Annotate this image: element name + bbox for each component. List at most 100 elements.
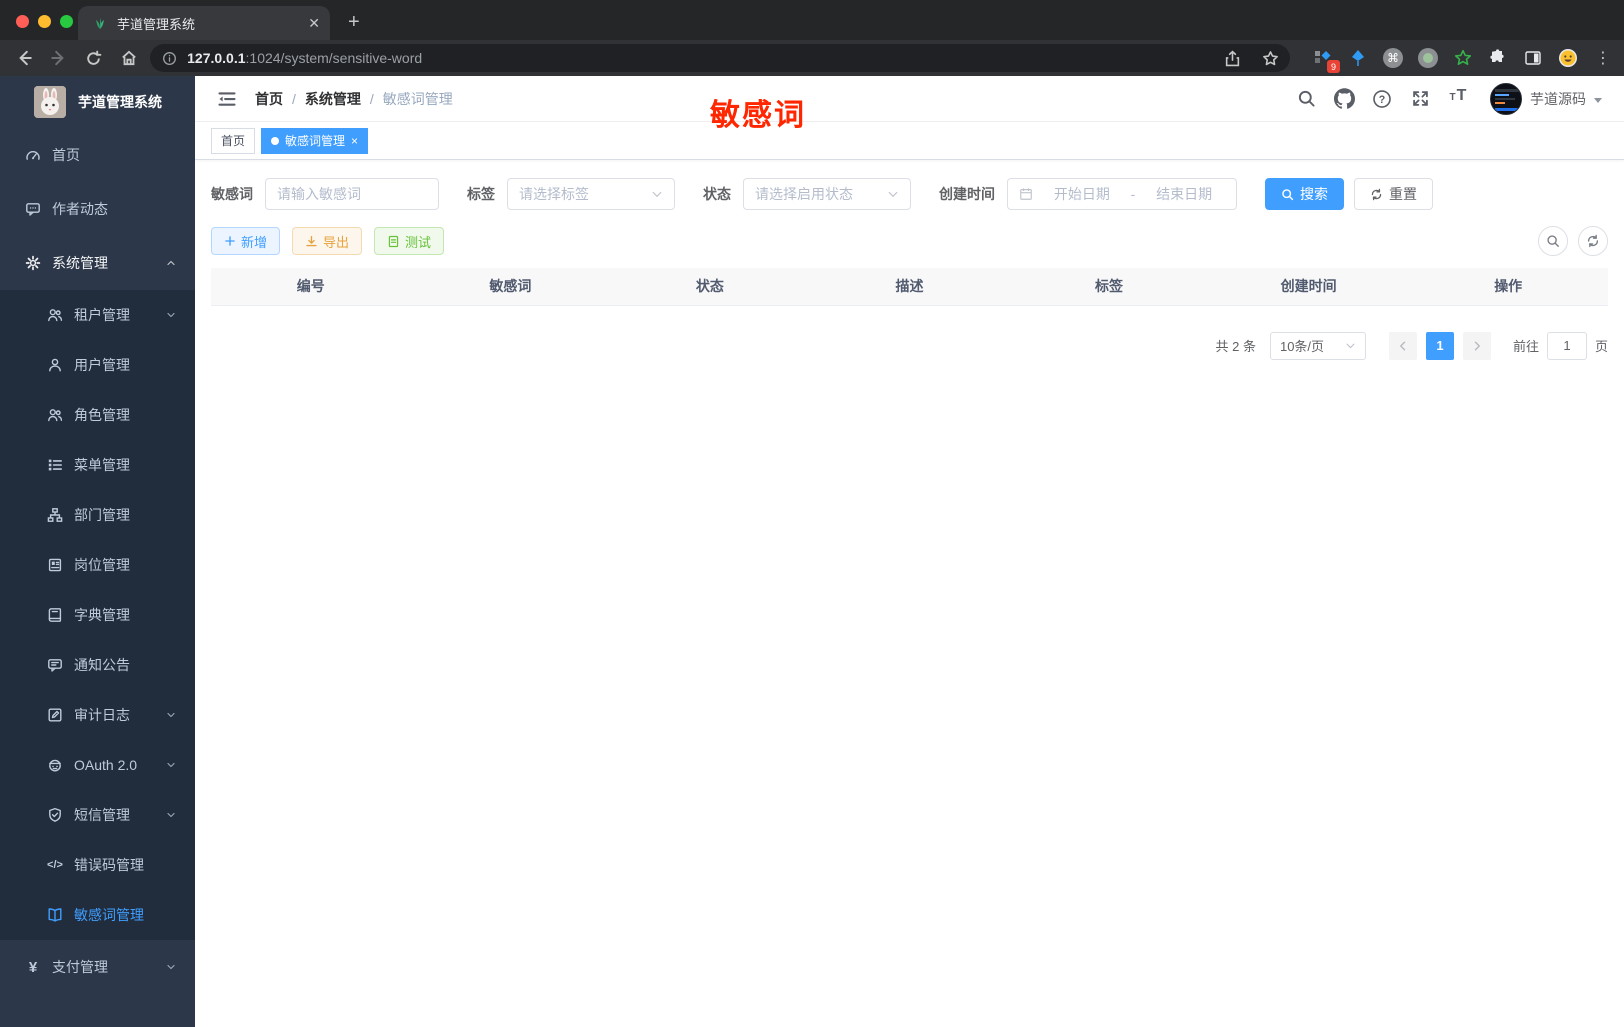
chevron-down-icon	[165, 961, 177, 973]
sms-shield-icon	[46, 807, 64, 823]
home-icon[interactable]	[115, 44, 142, 72]
goto-page-input[interactable]: 1	[1546, 331, 1587, 360]
sidebar-item-label: 支付管理	[52, 959, 108, 975]
sidebar-item-user[interactable]: 用户管理	[0, 340, 195, 390]
test-button[interactable]: 测试	[374, 227, 445, 255]
sidebar-item-notice[interactable]: 通知公告	[0, 640, 195, 690]
close-icon[interactable]: ×	[351, 135, 358, 147]
status-select[interactable]: 请选择启用状态	[743, 178, 911, 210]
reload-icon[interactable]	[80, 44, 107, 72]
refresh-table-button[interactable]	[1578, 226, 1608, 256]
search-button[interactable]: 搜索	[1265, 178, 1344, 210]
tab-首页[interactable]: 首页	[211, 127, 256, 154]
site-info-icon[interactable]	[162, 51, 177, 66]
sidebar-item-label: 作者动态	[52, 201, 108, 217]
column-header: 描述	[809, 268, 1010, 306]
sidebar-item-dept[interactable]: 部门管理	[0, 490, 195, 540]
page-size-select[interactable]: 10条/页	[1269, 331, 1366, 360]
extension-green-star-icon[interactable]	[1452, 47, 1474, 69]
gear-icon	[24, 255, 42, 271]
org-tree-icon	[46, 507, 64, 523]
forward-icon[interactable]	[45, 44, 72, 72]
user-icon	[46, 357, 64, 373]
close-window-button[interactable]	[16, 15, 29, 28]
sidebar-item-post[interactable]: 岗位管理	[0, 540, 195, 590]
date-separator: -	[1130, 186, 1136, 202]
sidebar-item-system[interactable]: 系统管理	[0, 236, 195, 290]
sidebar-item-label: 短信管理	[74, 807, 130, 823]
sidebar-item-sensitive-word[interactable]: 敏感词管理	[0, 890, 195, 940]
sidebar-item-role[interactable]: 角色管理	[0, 390, 195, 440]
sidebar-logo[interactable]: 芋道管理系统	[0, 76, 195, 128]
browser-tabstrip: 芋道管理系统 ✕ +	[0, 0, 1624, 40]
share-icon[interactable]	[1218, 44, 1246, 72]
extension-kite-icon[interactable]	[1347, 47, 1369, 69]
add-button[interactable]: 新增	[211, 227, 281, 255]
help-icon[interactable]: ?	[1370, 87, 1394, 111]
badge-icon	[46, 557, 64, 573]
sidebar-collapse-icon[interactable]	[217, 89, 237, 109]
github-icon[interactable]	[1332, 87, 1356, 111]
breadcrumb-current: 敏感词管理	[382, 90, 453, 107]
date-range-picker[interactable]: 开始日期 - 结束日期	[1007, 178, 1237, 210]
sidebar-item-menu[interactable]: 菜单管理	[0, 440, 195, 490]
url-bar[interactable]: 127.0.0.1:1024/system/sensitive-word	[150, 44, 1290, 72]
sidebar-item-dict[interactable]: 字典管理	[0, 590, 195, 640]
new-tab-button[interactable]: +	[348, 11, 360, 40]
dict-book-icon	[46, 607, 64, 623]
svg-text:?: ?	[1379, 93, 1385, 105]
sidebar-item-error-code[interactable]: </> 错误码管理	[0, 840, 195, 890]
back-icon[interactable]	[10, 44, 37, 72]
sidebar-item-pay[interactable]: ¥ 支付管理	[0, 940, 195, 994]
tab-敏感词管理[interactable]: 敏感词管理 ×	[261, 127, 369, 154]
profile-emoji-avatar[interactable]	[1557, 47, 1579, 69]
tag-select[interactable]: 请选择标签	[507, 178, 675, 210]
extensions-puzzle-icon[interactable]	[1487, 47, 1509, 69]
sidebar-item-audit-log[interactable]: 审计日志	[0, 690, 195, 740]
chrome-menu-dots-icon[interactable]: ⋮	[1592, 47, 1614, 69]
search-icon[interactable]	[1294, 87, 1318, 111]
sidebar-item-sms[interactable]: 短信管理	[0, 790, 195, 840]
active-tab-dot	[271, 136, 280, 145]
browser-tab[interactable]: 芋道管理系统 ✕	[78, 6, 330, 40]
command-glyph: ⌘	[1383, 48, 1403, 68]
column-header: 标签	[1009, 268, 1209, 306]
font-size-icon[interactable]: TT	[1446, 87, 1470, 111]
bookmark-star-icon[interactable]	[1256, 44, 1284, 72]
page-number-button[interactable]: 1	[1425, 331, 1454, 360]
browser-tab-title: 芋道管理系统	[117, 16, 196, 32]
side-panel-icon[interactable]	[1522, 47, 1544, 69]
table-header-row: 编号 敏感词 状态 描述 标签 创建时间 操作	[211, 268, 1608, 306]
url-path: :1024/system/sensitive-word	[245, 50, 423, 66]
sidebar-item-home[interactable]: 首页	[0, 128, 195, 182]
keyword-input[interactable]: 请输入敏感词	[265, 178, 439, 210]
breadcrumb-system[interactable]: 系统管理	[305, 89, 361, 109]
logo-rabbit-avatar	[34, 86, 66, 118]
pagination-total: 共 2 条	[1215, 339, 1256, 354]
sidebar-item-label: 通知公告	[74, 657, 130, 673]
breadcrumb-home[interactable]: 首页	[255, 89, 283, 109]
column-header: 敏感词	[410, 268, 611, 306]
sidebar-item-tenant[interactable]: 租户管理	[0, 290, 195, 340]
extension-grid-icon[interactable]: 9	[1312, 47, 1340, 73]
next-page-button[interactable]	[1462, 331, 1491, 360]
extension-dot-icon[interactable]	[1417, 47, 1439, 69]
export-button[interactable]: 导出	[292, 227, 363, 255]
user-menu[interactable]: 芋道源码	[1490, 82, 1602, 115]
table-toolbar	[1538, 226, 1608, 256]
toggle-search-button[interactable]	[1538, 226, 1568, 256]
reset-button[interactable]: 重置	[1354, 178, 1433, 210]
fullscreen-icon[interactable]	[1408, 87, 1432, 111]
sidebar-menu: 首页作者动态系统管理 租户管理 用户管理 角色管理 菜单管理 部门管理 岗位管理 字典管理通知…	[0, 128, 195, 994]
minimize-window-button[interactable]	[38, 15, 51, 28]
extension-command-icon[interactable]: ⌘	[1382, 47, 1404, 69]
sidebar-item-author[interactable]: 作者动态	[0, 182, 195, 236]
tab-close-icon[interactable]: ✕	[308, 15, 320, 32]
page-unit-label: 页	[1594, 339, 1608, 354]
chevron-down-icon	[651, 188, 663, 200]
zoom-window-button[interactable]	[60, 15, 73, 28]
traffic-lights	[16, 15, 73, 28]
sidebar-item-oauth[interactable]: OAuth 2.0	[0, 740, 195, 790]
prev-page-button[interactable]	[1388, 331, 1417, 360]
sidebar-item-label: 错误码管理	[74, 857, 144, 873]
